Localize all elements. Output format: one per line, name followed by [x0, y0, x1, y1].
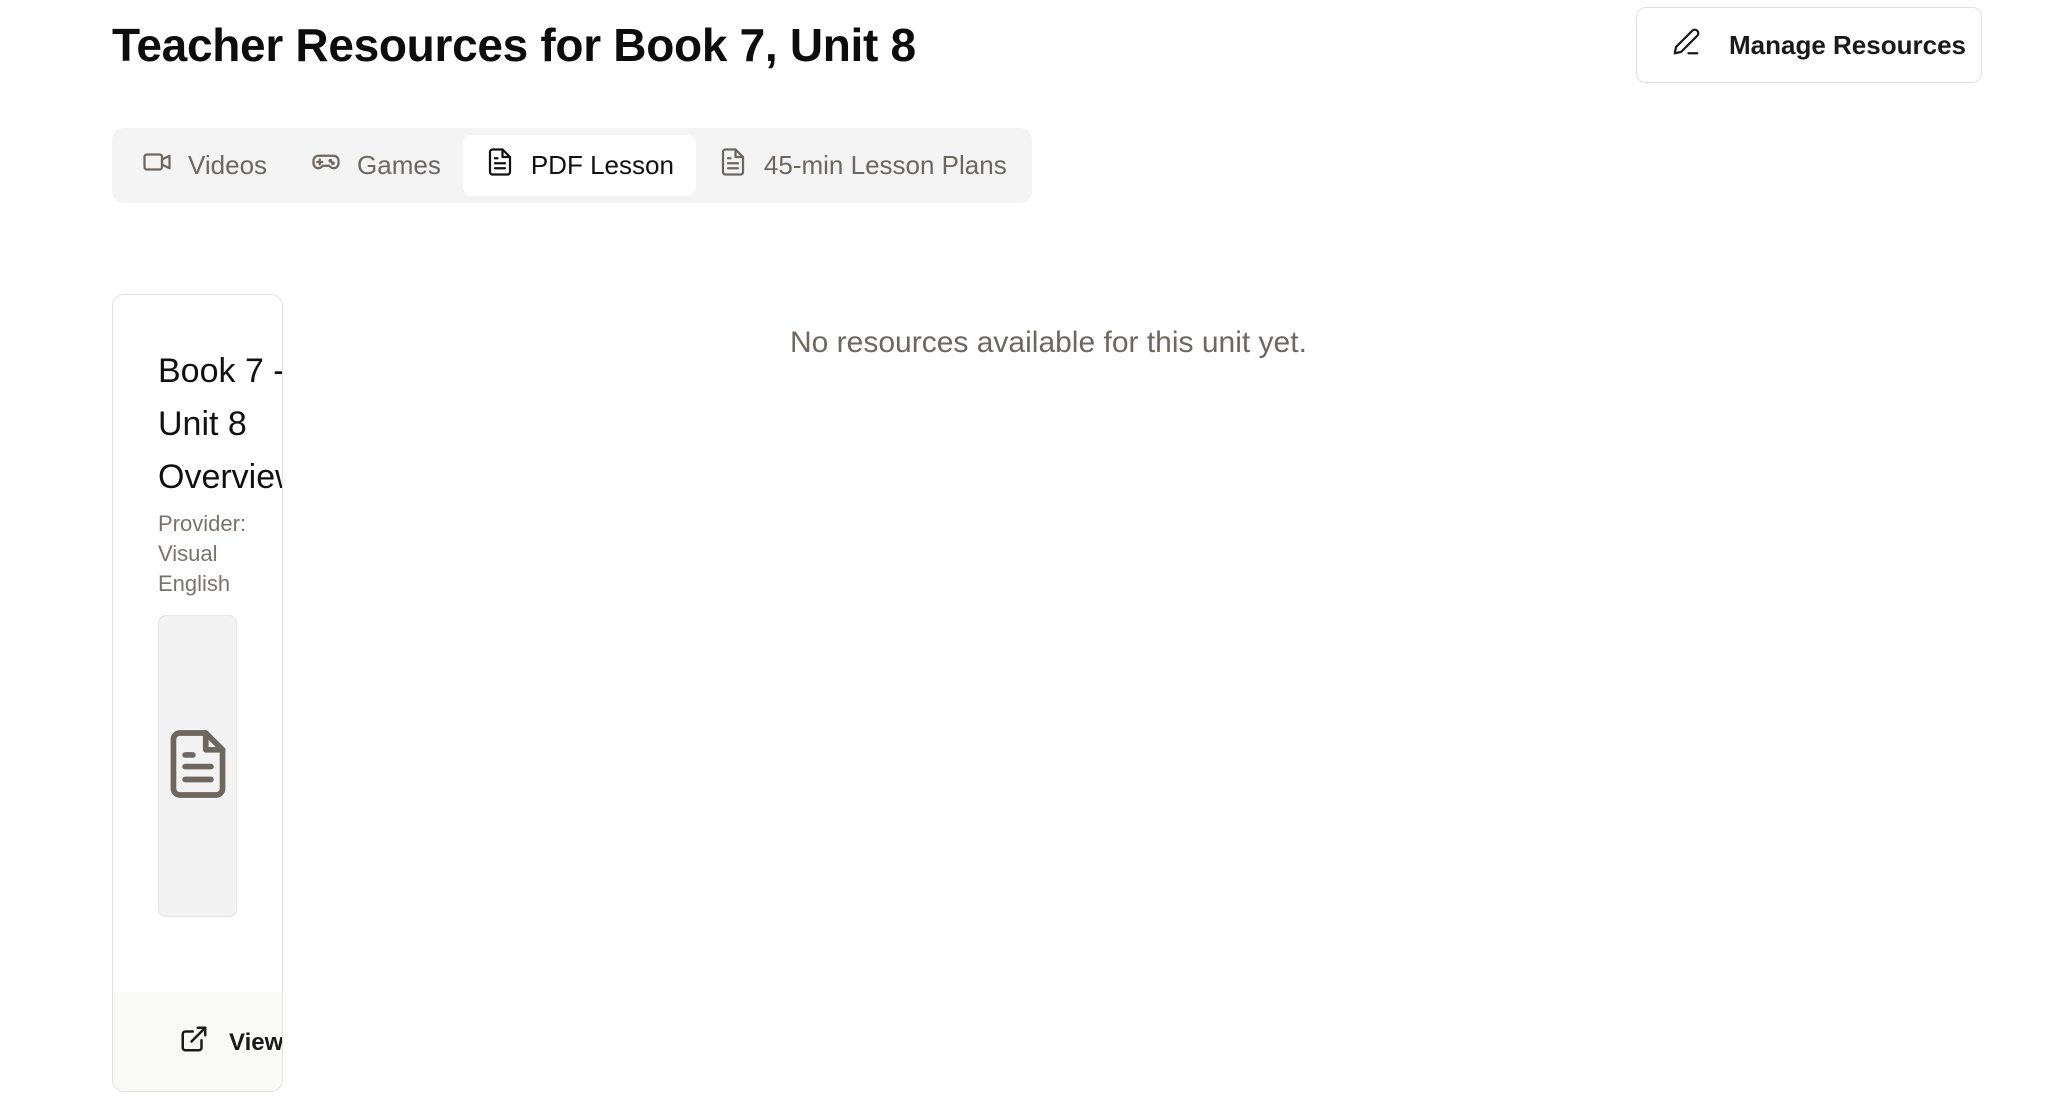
view-resource-button[interactable]: View: [179, 1024, 283, 1061]
manage-resources-label: Manage Resources: [1729, 29, 1966, 60]
gamepad-icon: [311, 147, 341, 184]
view-label: View: [229, 1028, 283, 1056]
document-icon: [718, 147, 748, 184]
document-icon: [167, 727, 229, 806]
provider-line: English: [158, 571, 231, 596]
tab-label: Videos: [188, 150, 268, 180]
tab-pdf-lesson[interactable]: PDF Lesson: [462, 135, 696, 196]
provider-line: Provider:: [158, 511, 247, 536]
manage-resources-button[interactable]: Manage Resources: [1636, 7, 1982, 83]
tab-lesson-plans[interactable]: 45-min Lesson Plans: [696, 135, 1029, 196]
resource-provider: Provider: Visual English: [158, 509, 278, 599]
title-line: Unit 8: [158, 405, 247, 443]
title-line: Overview: [158, 458, 282, 496]
resource-card: Book 7 - Unit 8 Overview Provider: Visua…: [112, 294, 283, 1092]
document-icon: [485, 147, 515, 184]
external-link-icon: [179, 1024, 209, 1061]
title-line: Book 7 -: [158, 352, 283, 390]
teacher-resources-page: Teacher Resources for Book 7, Unit 8 Man…: [0, 0, 2054, 1112]
tab-games[interactable]: Games: [289, 135, 463, 196]
tab-label: 45-min Lesson Plans: [763, 150, 1007, 180]
resource-thumbnail[interactable]: [158, 615, 237, 917]
video-camera-icon: [142, 147, 172, 184]
page-title: Teacher Resources for Book 7, Unit 8: [112, 19, 916, 71]
tab-label: Games: [357, 150, 441, 180]
resource-card-footer: View: [113, 992, 283, 1091]
empty-state-message: No resources available for this unit yet…: [790, 326, 1307, 359]
tab-videos[interactable]: Videos: [120, 135, 289, 196]
tab-label: PDF Lesson: [530, 150, 674, 180]
pencil-icon: [1671, 27, 1701, 64]
resource-card-title: Book 7 - Unit 8 Overview: [158, 345, 283, 504]
resource-type-tabs: Videos Games PDF Lesson 45-min Lesson Pl…: [112, 128, 1032, 203]
provider-line: Visual: [158, 541, 218, 566]
